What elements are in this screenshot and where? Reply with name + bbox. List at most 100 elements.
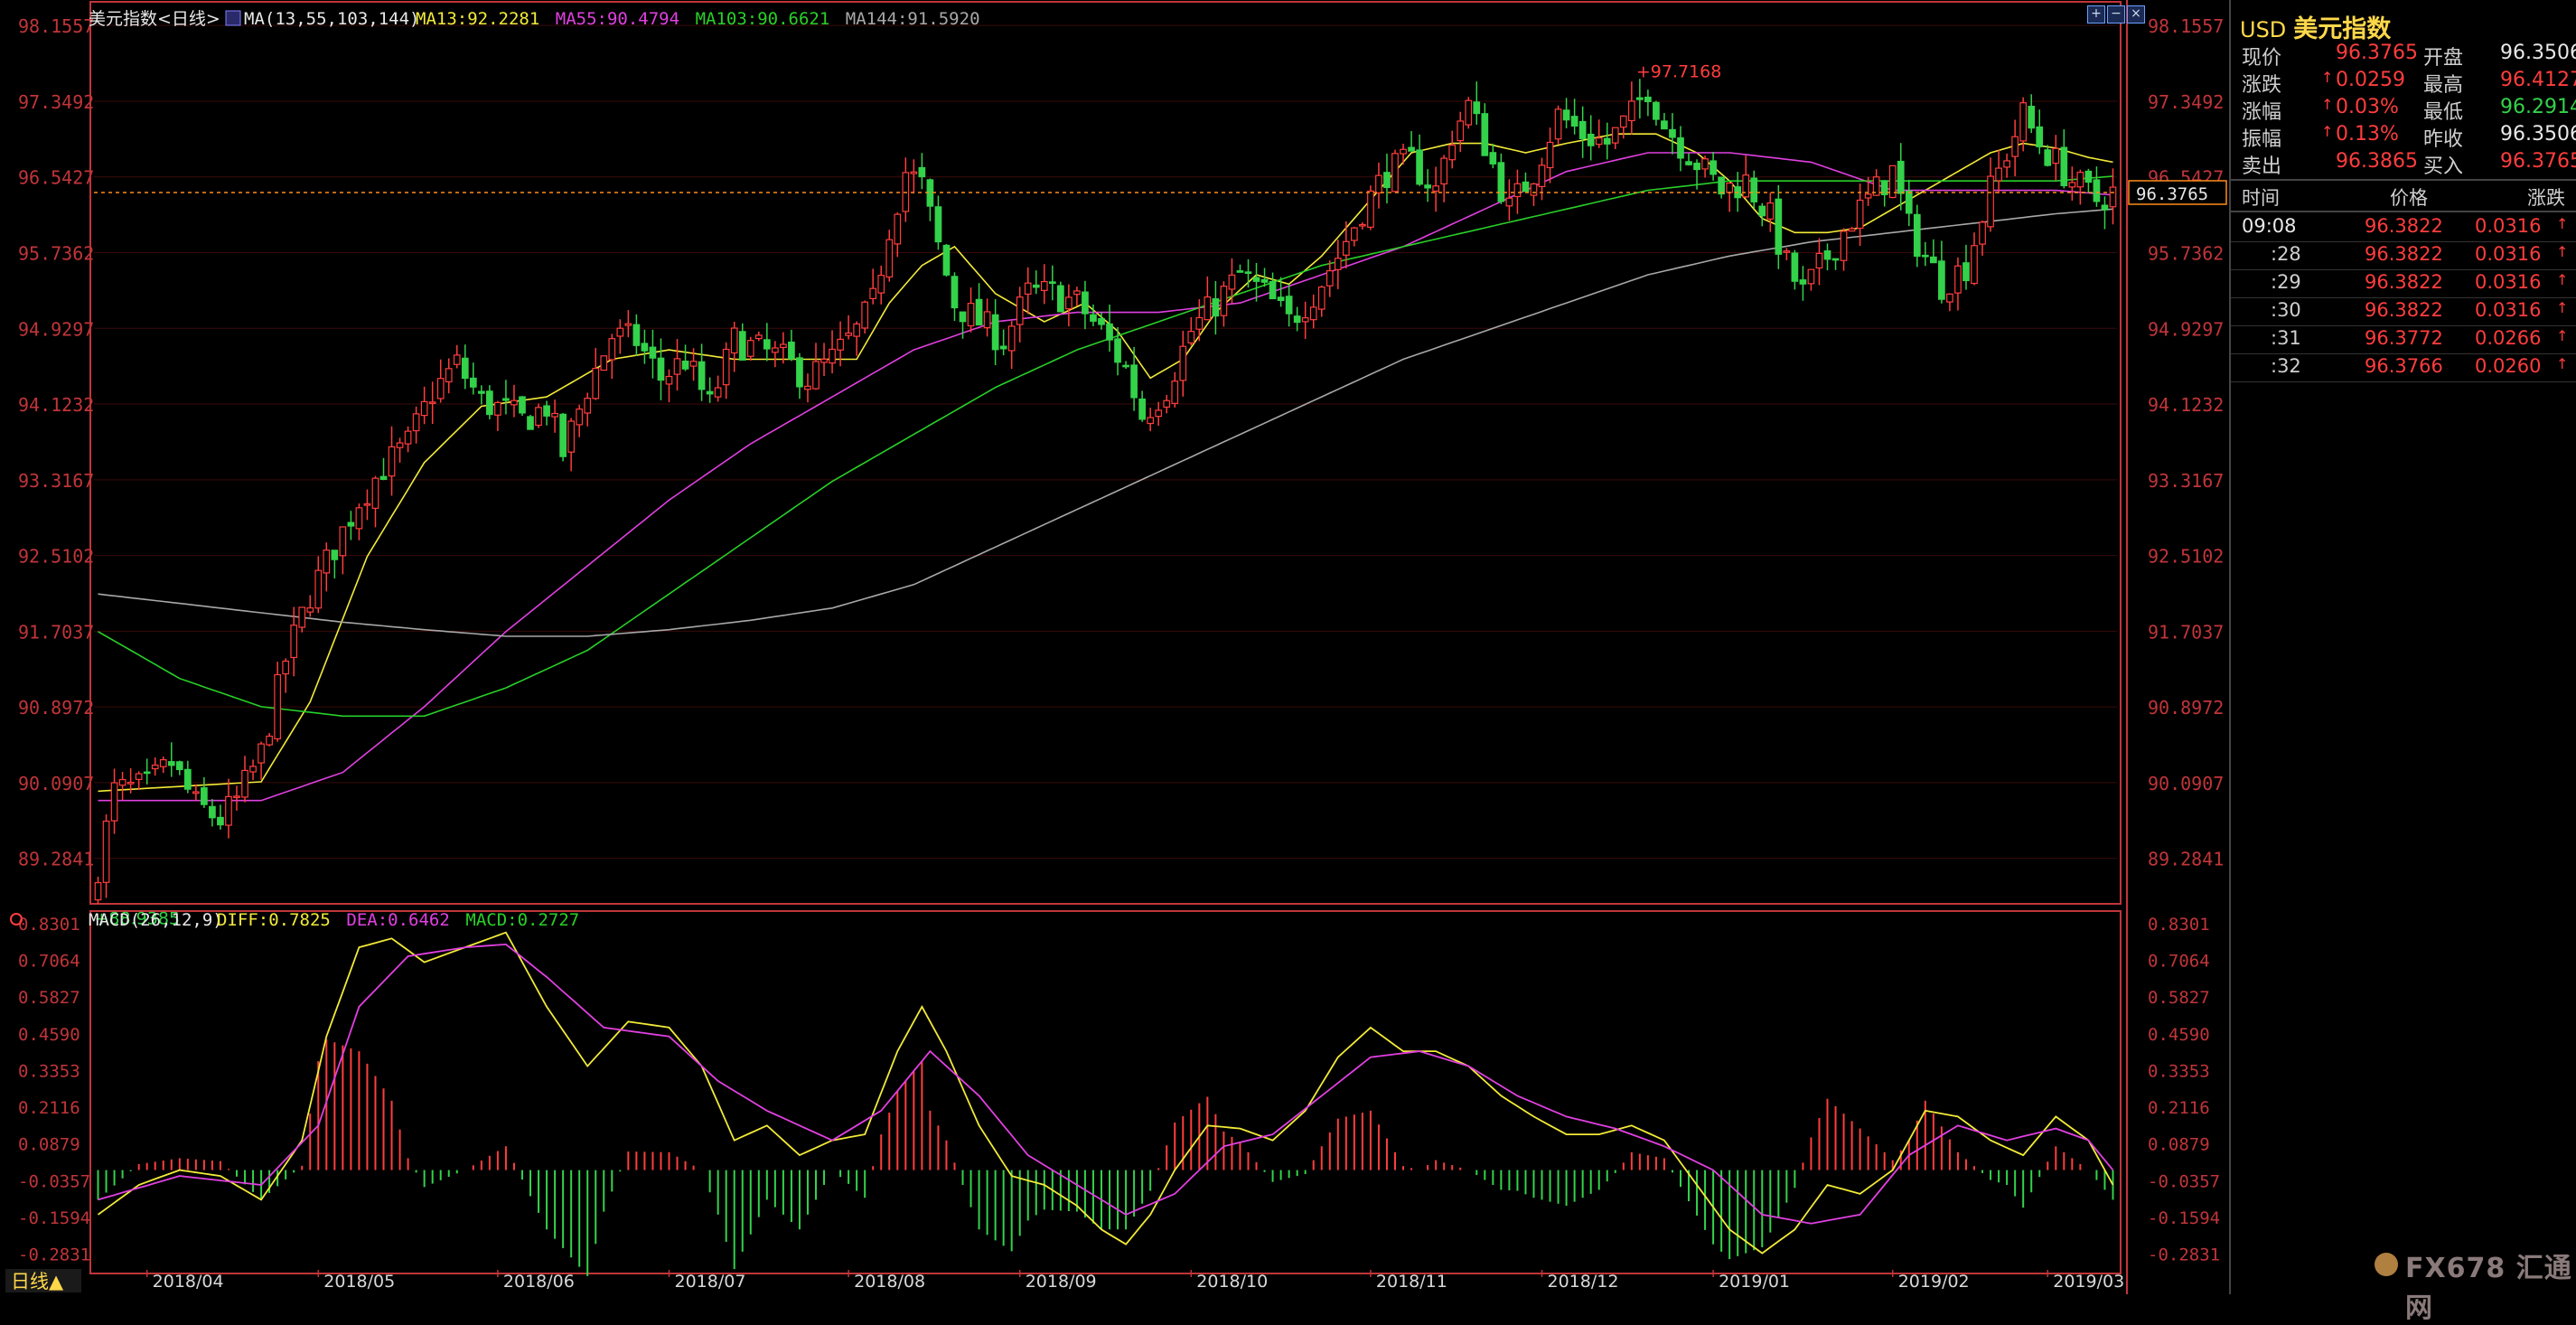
candle-body bbox=[1799, 279, 1807, 285]
candle-body bbox=[1930, 256, 1937, 264]
quote-value: 0.13% bbox=[2336, 123, 2399, 146]
tick-time: :30 bbox=[2271, 299, 2301, 321]
candle-body bbox=[942, 244, 951, 276]
tick-time: :28 bbox=[2271, 243, 2301, 265]
macd-header: MACD(26,12,9)DIFF:0.7825 DEA:0.6462 MACD:0… bbox=[10, 910, 579, 930]
candle-body bbox=[576, 409, 584, 426]
zoom-in-button[interactable]: + bbox=[2087, 5, 2105, 23]
quote-panel: USD 美元指数 现价 96.3765 开盘 96.3506 涨跌 ↑ 0.0259 最高 96.… bbox=[2229, 0, 2576, 1294]
price-tick-label-left: 94.1232 bbox=[18, 394, 94, 416]
candle-body bbox=[1048, 281, 1056, 285]
quote-label: 买入 bbox=[2423, 155, 2464, 178]
candle-body bbox=[967, 303, 975, 327]
candle-body bbox=[1301, 317, 1309, 323]
candle-body bbox=[519, 396, 526, 414]
macd-tick-label-left: 0.5827 bbox=[18, 988, 80, 1008]
candle-body bbox=[233, 795, 240, 798]
tick-row: :28 96.3822 0.0316 ↑ bbox=[2238, 243, 2572, 270]
candle-body bbox=[1056, 285, 1064, 313]
candle-body bbox=[486, 390, 493, 416]
close-chart-button[interactable]: × bbox=[2127, 5, 2145, 23]
candle-body bbox=[1644, 96, 1652, 103]
candle-body bbox=[1823, 250, 1831, 260]
candle-body bbox=[853, 323, 860, 337]
candle-body bbox=[780, 343, 787, 349]
candle-body bbox=[812, 361, 820, 390]
candle-body bbox=[1408, 146, 1415, 152]
quote-row: 涨幅 ↑ 0.03% 最低 96.2914 bbox=[2238, 96, 2576, 124]
candle-body bbox=[1106, 323, 1113, 341]
candle-body bbox=[1489, 152, 1497, 164]
candle-body bbox=[428, 401, 436, 404]
candle-body bbox=[2011, 136, 2019, 157]
tick-time: :31 bbox=[2271, 327, 2301, 349]
candle-body bbox=[1522, 181, 1530, 193]
candle-body bbox=[1007, 325, 1016, 352]
macd-tick-label-left: 0.0879 bbox=[18, 1135, 80, 1155]
candle-body bbox=[1082, 291, 1089, 315]
candle-body bbox=[1424, 184, 1431, 189]
candle-body bbox=[1775, 198, 1783, 255]
candle-body bbox=[1351, 227, 1358, 241]
candle-body bbox=[559, 413, 567, 457]
candle-body bbox=[1726, 183, 1734, 193]
candle-body bbox=[1840, 230, 1848, 261]
candle-body bbox=[657, 357, 665, 381]
candle-body bbox=[1432, 185, 1439, 193]
candle-body bbox=[1163, 399, 1171, 408]
candle-body bbox=[1661, 120, 1668, 130]
candle-body bbox=[1325, 269, 1334, 287]
macd-tick-label-right: 0.8301 bbox=[2148, 915, 2210, 935]
candle-body bbox=[2068, 182, 2076, 188]
date-tick-label: 2018/12 bbox=[1548, 1272, 1619, 1292]
candle-body bbox=[1669, 128, 1676, 138]
tick-row: :29 96.3822 0.0316 ↑ bbox=[2238, 271, 2572, 298]
candle-body bbox=[837, 338, 844, 351]
quote-value: 96.3506 bbox=[2500, 123, 2576, 146]
candle-body bbox=[1065, 296, 1073, 310]
up-arrow-icon: ↑ bbox=[2556, 271, 2569, 288]
candle-body bbox=[1269, 280, 1277, 300]
candle-body bbox=[1122, 364, 1129, 368]
candle-body bbox=[1457, 120, 1465, 142]
candle-body bbox=[983, 311, 991, 329]
candle-body bbox=[201, 787, 208, 805]
candle-body bbox=[453, 354, 461, 365]
zoom-out-button[interactable]: − bbox=[2107, 5, 2125, 23]
candle-body bbox=[1359, 223, 1366, 227]
macd-tick-label-right: 0.2116 bbox=[2148, 1098, 2210, 1118]
chart-title: 美元指数<日线> bbox=[89, 9, 220, 29]
quote-label: 开盘 bbox=[2423, 47, 2464, 70]
candle-body bbox=[1204, 296, 1212, 321]
candle-body bbox=[608, 338, 616, 361]
candle-body bbox=[2076, 172, 2084, 188]
candle-body bbox=[2093, 179, 2101, 202]
candle-body bbox=[167, 761, 175, 766]
candle-body bbox=[175, 761, 183, 771]
candle-body bbox=[527, 416, 534, 430]
candle-body bbox=[1538, 164, 1546, 188]
candle-body bbox=[1285, 296, 1293, 315]
candle-body bbox=[1416, 149, 1423, 185]
candle-body bbox=[1987, 175, 1994, 228]
candle-body bbox=[772, 347, 779, 353]
candle-body bbox=[1595, 137, 1603, 146]
candle-body bbox=[192, 791, 200, 794]
macd-tick-label-right: 0.3353 bbox=[2148, 1061, 2210, 1081]
candle-body bbox=[306, 607, 314, 613]
price-tick-label-right: 97.3492 bbox=[2148, 91, 2224, 113]
tick-change: 0.0316 bbox=[2475, 215, 2542, 237]
candle-body bbox=[445, 368, 453, 383]
chart-canvas[interactable]: 98.1557 98.155797.3492 97.349296.5427 96.54… bbox=[0, 0, 2229, 1294]
ma-params-label: MA(13,55,103,144) bbox=[244, 9, 419, 29]
candle-body bbox=[1024, 282, 1032, 296]
up-arrow-icon: ↑ bbox=[2556, 327, 2569, 344]
date-tick-label: 2018/07 bbox=[674, 1272, 745, 1292]
up-arrow-icon: ↑ bbox=[2556, 355, 2569, 372]
candle-body bbox=[681, 360, 689, 370]
quote-value: 0.0259 bbox=[2336, 69, 2405, 91]
candle-body bbox=[845, 332, 852, 336]
tick-price: 96.3822 bbox=[2365, 215, 2443, 237]
candle-body bbox=[796, 357, 803, 388]
candle-body bbox=[2052, 147, 2060, 164]
